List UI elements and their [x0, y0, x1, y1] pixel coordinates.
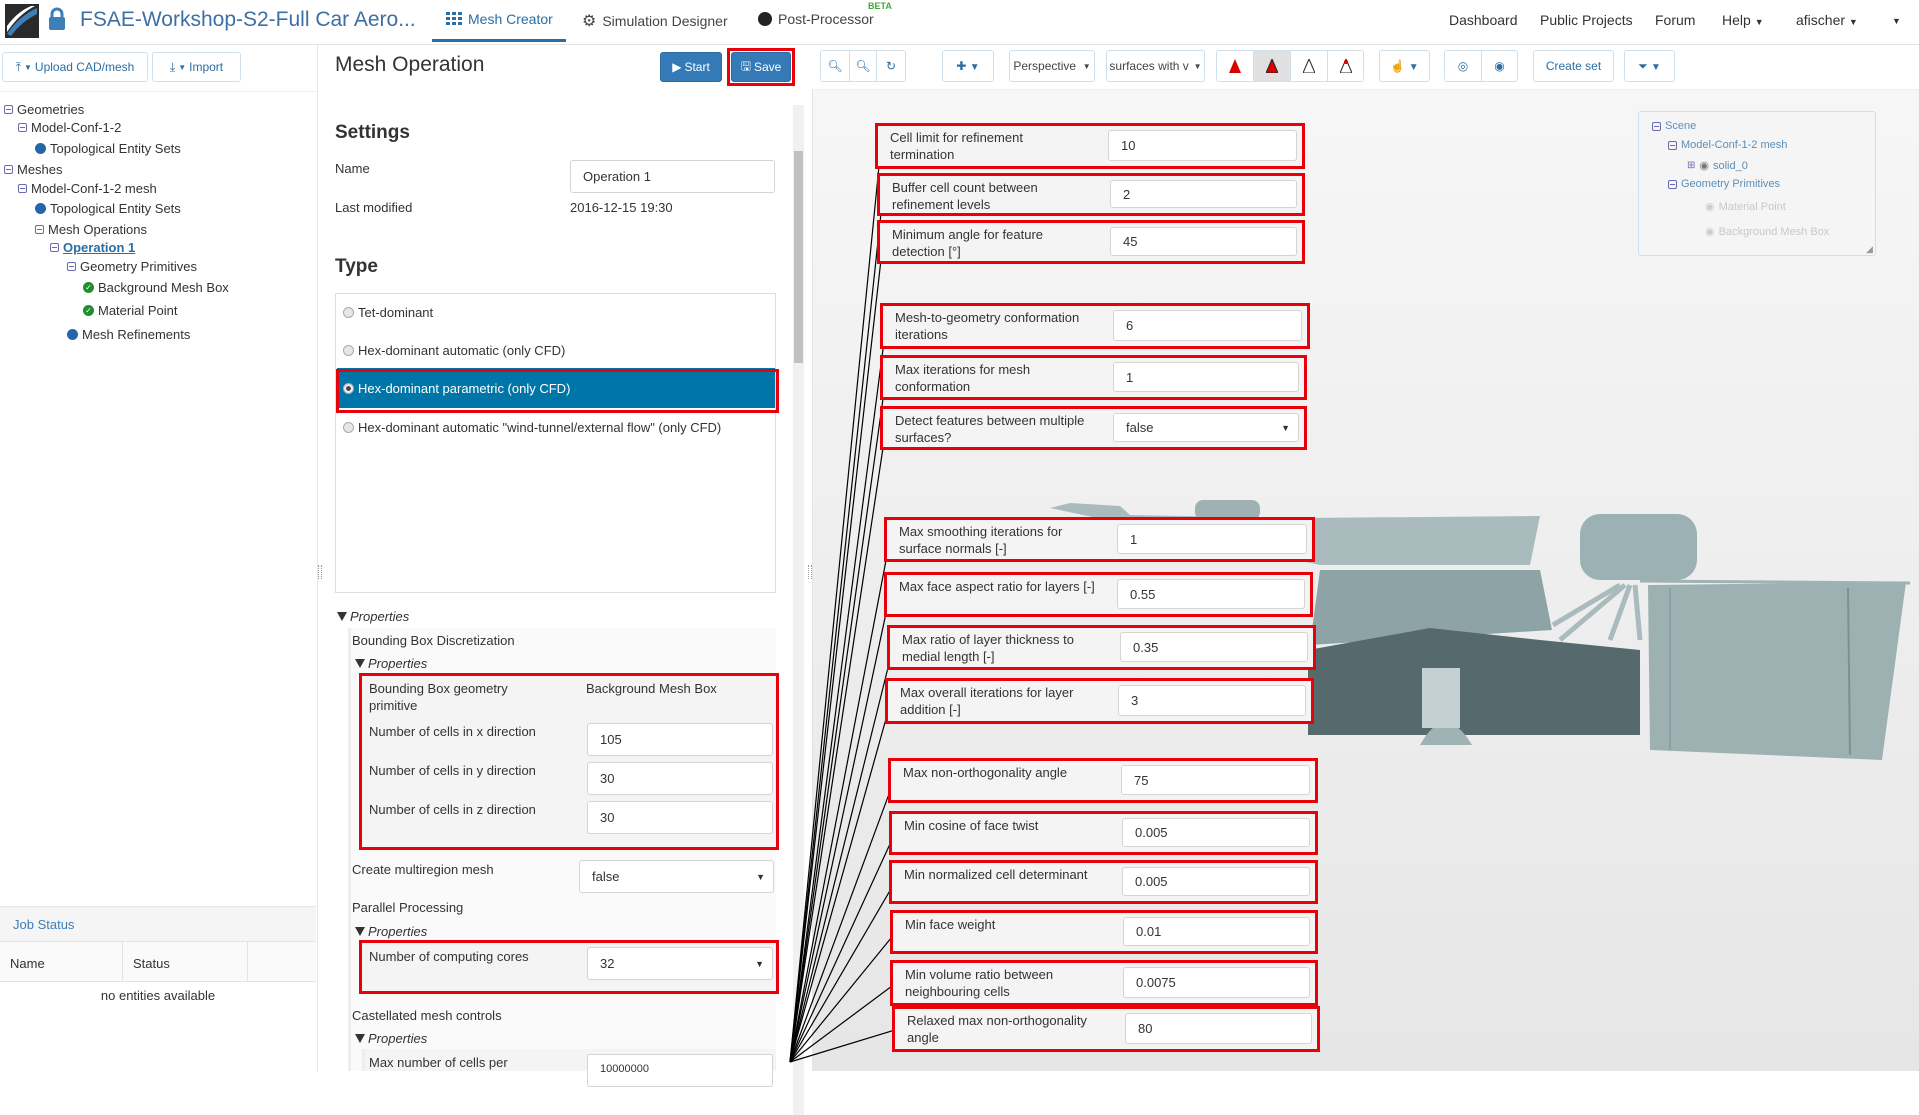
parameter-label: Min face weight — [905, 917, 996, 932]
scene-tree-item[interactable]: Scene — [1652, 120, 1696, 132]
parameter-label: Min volume ratio between neighbouring ce… — [905, 967, 1054, 999]
scene-tree-item[interactable]: Geometry Primitives — [1668, 178, 1780, 190]
leader-line — [789, 700, 892, 1063]
callout-parameter: Max iterations for mesh conformation 1 — [880, 355, 1307, 400]
parameter-label: Min normalized cell determinant — [904, 867, 1088, 882]
parameter-input[interactable]: 75 — [1121, 765, 1310, 795]
parameter-value: 80 — [1138, 1021, 1153, 1036]
resize-handle-icon[interactable]: ◢ — [1866, 244, 1873, 255]
parameter-value: 0.55 — [1130, 586, 1156, 602]
callout-parameter: Mesh-to-geometry conformation iterations… — [880, 303, 1310, 349]
callout-parameter: Buffer cell count between refinement lev… — [877, 173, 1305, 216]
parameter-label: Max overall iterations for layer additio… — [900, 685, 1074, 717]
scene-tree-item[interactable]: ⊞ ◉ solid_0 — [1687, 159, 1748, 173]
callout-parameter: Max ratio of layer thickness to medial l… — [887, 625, 1316, 670]
parameter-label: Max face aspect ratio for layers [-] — [899, 579, 1095, 594]
eye-icon[interactable]: ◉ — [1705, 225, 1715, 238]
parameter-input[interactable]: 1 — [1113, 362, 1299, 392]
scene-tree-label: Background Mesh Box — [1718, 225, 1830, 238]
parameter-input[interactable]: 0.005 — [1122, 867, 1310, 896]
parameter-input[interactable]: 1 — [1117, 524, 1307, 554]
scene-tree-label: Material Point — [1718, 200, 1786, 213]
collapse-icon[interactable] — [1652, 121, 1661, 131]
callout-parameter: Cell limit for refinement termination 10 — [875, 123, 1305, 169]
parameter-label: Detect features between multiple surface… — [895, 413, 1085, 445]
leader-lines — [789, 145, 899, 1063]
parameter-value: 0.005 — [1135, 874, 1168, 889]
callout-parameter: Min face weight 0.01 — [890, 910, 1318, 954]
parameter-select[interactable]: false ▼ — [1113, 413, 1299, 442]
callout-parameter: Max face aspect ratio for layers [-] 0.55 — [884, 572, 1313, 617]
parameter-value: 1 — [1130, 531, 1138, 547]
parameter-label: Cell limit for refinement termination — [890, 130, 1023, 162]
parameter-input[interactable]: 0.55 — [1117, 579, 1305, 609]
parameter-label: Buffer cell count between refinement lev… — [892, 180, 1038, 212]
leader-line — [789, 982, 897, 1063]
parameter-label: Max iterations for mesh conformation — [895, 362, 1031, 394]
parameter-value: 10 — [1121, 138, 1136, 153]
callout-parameter: Relaxed max non-orthogonality angle 80 — [892, 1006, 1320, 1052]
parameter-input[interactable]: 3 — [1118, 685, 1306, 716]
leader-line — [789, 377, 887, 1063]
callout-parameter: Min cosine of face twist 0.005 — [889, 811, 1318, 855]
caret-down-icon: ▼ — [1281, 422, 1290, 433]
scene-tree-label: Scene — [1665, 120, 1697, 132]
leader-line — [789, 647, 894, 1063]
scene-tree-label: Geometry Primitives — [1681, 178, 1781, 190]
parameter-input[interactable]: 0.0075 — [1123, 967, 1310, 998]
leader-line — [789, 194, 884, 1063]
parameter-value: 3 — [1131, 693, 1139, 708]
leader-line — [789, 594, 891, 1063]
scene-tree-item[interactable]: ◉ Background Mesh Box — [1705, 225, 1830, 239]
parameter-input[interactable]: 45 — [1110, 227, 1297, 256]
parameter-value: 0.005 — [1135, 825, 1168, 840]
parameter-input[interactable]: 0.01 — [1123, 917, 1310, 946]
callout-parameter: Min normalized cell determinant 0.005 — [889, 860, 1318, 904]
callout-parameter: Max overall iterations for layer additio… — [885, 678, 1314, 724]
parameter-label: Minimum angle for feature detection [°] — [892, 227, 1044, 259]
scene-tree-item[interactable]: Model-Conf-1-2 mesh — [1668, 139, 1787, 151]
parameter-value: 2 — [1123, 186, 1131, 202]
collapse-icon[interactable] — [1668, 179, 1677, 189]
parameter-value: 45 — [1123, 234, 1138, 249]
parameter-value: 6 — [1126, 318, 1134, 333]
parameter-input[interactable]: 10 — [1108, 130, 1297, 161]
leader-line — [789, 427, 887, 1063]
parameter-label: Relaxed max non-orthogonality angle — [907, 1013, 1087, 1045]
callout-parameter: Minimum angle for feature detection [°] 4… — [877, 220, 1305, 264]
parameter-label: Mesh-to-geometry conformation iterations — [895, 310, 1080, 342]
parameter-value: 0.01 — [1136, 924, 1162, 939]
parameter-input[interactable]: 0.005 — [1122, 818, 1310, 847]
expand-icon[interactable]: ⊞ — [1687, 160, 1695, 171]
collapse-icon[interactable] — [1668, 140, 1677, 150]
parameter-label: Max non-orthogonality angle — [903, 765, 1068, 780]
callout-parameter: Max smoothing iterations for surface nor… — [884, 517, 1315, 562]
parameter-label: Max ratio of layer thickness to medial l… — [902, 632, 1074, 664]
parameter-input[interactable]: 2 — [1110, 180, 1297, 208]
parameter-input[interactable]: 80 — [1125, 1013, 1312, 1044]
callout-parameter: Detect features between multiple surface… — [880, 406, 1307, 450]
parameter-value: 0.35 — [1133, 639, 1159, 655]
leader-line — [789, 325, 887, 1063]
parameter-input[interactable]: 6 — [1113, 310, 1302, 341]
eye-icon[interactable]: ◉ — [1705, 200, 1715, 213]
parameter-value: 75 — [1134, 772, 1149, 788]
scene-tree-label: Model-Conf-1-2 mesh — [1681, 139, 1788, 151]
eye-icon[interactable]: ◉ — [1699, 159, 1709, 172]
scene-tree-label: solid_0 — [1713, 159, 1748, 172]
callout-parameter: Max non-orthogonality angle 75 — [888, 758, 1318, 803]
leader-line — [789, 145, 882, 1063]
parameter-label: Max smoothing iterations for surface nor… — [899, 524, 1063, 556]
parameter-value: 0.0075 — [1136, 975, 1176, 990]
callout-parameter: Min volume ratio between neighbouring ce… — [890, 960, 1318, 1006]
parameter-value: false — [1126, 420, 1154, 435]
parameter-value: 1 — [1126, 369, 1134, 385]
parameter-label: Min cosine of face twist — [904, 818, 1039, 833]
parameter-input[interactable]: 0.35 — [1120, 632, 1308, 662]
scene-tree-item[interactable]: ◉ Material Point — [1705, 200, 1786, 214]
